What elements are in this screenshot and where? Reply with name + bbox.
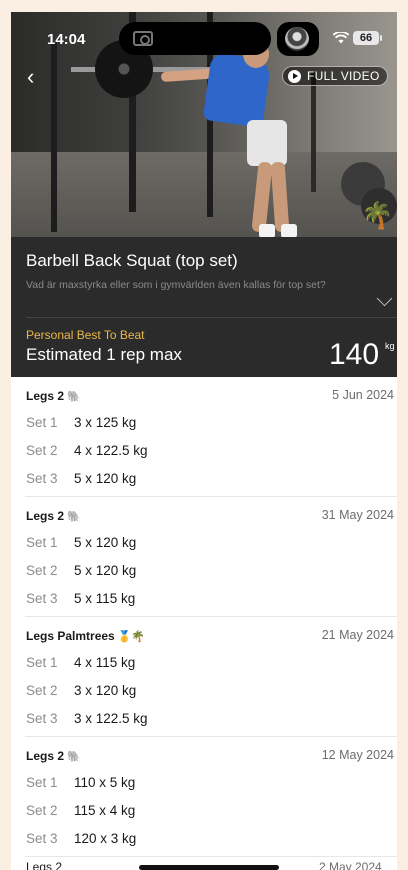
set-label: Set 3 [26, 831, 58, 846]
workout-history-list: Legs 2 🐘 5 Jun 2024 Set 13 x 125 kg Set 2… [11, 377, 397, 857]
workout-emoji: 🐘 [67, 751, 81, 763]
play-icon [288, 69, 301, 83]
divider [26, 317, 397, 318]
set-value: 5 x 120 kg [74, 563, 137, 578]
status-bar: 14:04 66 [11, 12, 397, 66]
workout-emoji: 🐘 [67, 511, 81, 523]
set-value: 3 x 120 kg [74, 683, 137, 698]
list-item[interactable]: Legs 2 🐘 5 Jun 2024 Set 1 3 x 125 kg Set 2… [25, 377, 397, 497]
set-label: Set 2 [26, 443, 58, 458]
workout-name: Legs Palmtrees 🥇🌴 [26, 629, 145, 643]
set-row: Set 3 3 x 122.5 kg [26, 711, 148, 726]
personal-best-value: 140 [329, 338, 380, 371]
camera-icon [133, 31, 153, 46]
wifi-icon [332, 31, 350, 48]
set-value: 5 x 120 kg [74, 535, 137, 550]
set-row: Set 2 3 x 120 kg [26, 683, 136, 698]
set-row: Set 2 115 x 4 kg [26, 803, 135, 818]
set-value: 3 x 122.5 kg [74, 711, 148, 726]
set-row: Set 3 120 x 3 kg [26, 831, 136, 846]
athlete-shoe [281, 224, 297, 237]
set-row: Set 3 5 x 115 kg [26, 591, 135, 606]
chevron-down-icon[interactable] [376, 290, 393, 307]
list-item[interactable]: Legs 2 🐘 12 May 2024 Set 1 110 x 5 kg Set … [25, 737, 397, 857]
set-row: Set 3 5 x 120 kg [26, 471, 136, 486]
exercise-description: Vad är maxstyrka eller som i gymvärlden … [26, 279, 326, 291]
screen: 14:04 66 ‹ FULL VIDEO 🌴 Barbell Back Squ… [11, 12, 397, 870]
set-value: 4 x 115 kg [74, 655, 136, 670]
set-row: Set 1 110 x 5 kg [26, 775, 135, 790]
set-label: Set 2 [26, 683, 58, 698]
workout-name: Legs 2 🐘 [26, 389, 81, 403]
set-value: 115 x 4 kg [74, 803, 136, 818]
set-label: Set 3 [26, 591, 58, 606]
workout-date: 5 Jun 2024 [332, 388, 394, 402]
set-value: 4 x 122.5 kg [74, 443, 148, 458]
set-value: 110 x 5 kg [74, 775, 136, 790]
set-label: Set 1 [26, 655, 58, 670]
personal-best-name: Estimated 1 rep max [26, 345, 182, 364]
set-label: Set 3 [26, 711, 58, 726]
set-row: Set 2 5 x 120 kg [26, 563, 136, 578]
full-video-button[interactable]: FULL VIDEO [282, 66, 388, 86]
rack-post [51, 42, 57, 232]
workout-date: 31 May 2024 [321, 508, 394, 522]
set-label: Set 3 [26, 471, 58, 486]
set-row: Set 1 4 x 115 kg [26, 655, 135, 670]
avatar-image [285, 27, 309, 51]
peek-workout-date: 2 May 2024 [319, 860, 382, 870]
set-label: Set 2 [26, 563, 58, 578]
workout-date: 21 May 2024 [321, 628, 394, 642]
workout-emoji: 🐘 [67, 391, 81, 403]
workout-name-text: Legs 2 [26, 749, 65, 763]
full-video-label: FULL VIDEO [307, 69, 380, 83]
home-indicator[interactable] [139, 865, 279, 870]
set-row: Set 1 5 x 120 kg [26, 535, 136, 550]
gym-floor [11, 152, 397, 237]
list-item[interactable]: Legs Palmtrees 🥇🌴 21 May 2024 Set 1 4 x 11… [25, 617, 397, 737]
set-label: Set 2 [26, 803, 58, 818]
set-label: Set 1 [26, 535, 58, 550]
rack-post [311, 72, 316, 192]
peek-workout-name: Legs 2 [26, 860, 63, 870]
athlete-shoe [259, 224, 275, 237]
set-row: Set 2 4 x 122.5 kg [26, 443, 148, 458]
back-chevron-icon[interactable]: ‹ [27, 64, 34, 90]
workout-name-text: Legs 2 [26, 389, 65, 403]
status-time: 14:04 [47, 31, 86, 48]
workout-emoji: 🥇🌴 [117, 631, 146, 643]
dynamic-island [119, 22, 271, 55]
set-label: Set 1 [26, 415, 58, 430]
avatar [277, 22, 319, 56]
palm-tree-icon: 🌴 [361, 200, 394, 230]
workout-date: 12 May 2024 [321, 748, 394, 762]
workout-name: Legs 2 🐘 [26, 749, 81, 763]
workout-name-text: Legs 2 [26, 509, 65, 523]
set-value: 3 x 125 kg [74, 415, 137, 430]
workout-name-text: Legs Palmtrees [26, 629, 115, 643]
set-value: 5 x 120 kg [74, 471, 137, 486]
workout-name: Legs 2 🐘 [26, 509, 81, 523]
list-item[interactable]: Legs 2 🐘 31 May 2024 Set 1 5 x 120 kg Set … [25, 497, 397, 617]
athlete-shorts [247, 120, 287, 166]
set-value: 120 x 3 kg [74, 831, 137, 846]
exercise-info-panel: Barbell Back Squat (top set) Vad är maxs… [11, 237, 397, 377]
set-label: Set 1 [26, 775, 58, 790]
battery-icon: 66 [353, 31, 382, 45]
set-row: Set 1 3 x 125 kg [26, 415, 136, 430]
personal-best-label: Personal Best To Beat [26, 328, 145, 342]
personal-best-unit: kg [385, 341, 395, 351]
set-value: 5 x 115 kg [74, 591, 136, 606]
exercise-title: Barbell Back Squat (top set) [26, 251, 238, 270]
